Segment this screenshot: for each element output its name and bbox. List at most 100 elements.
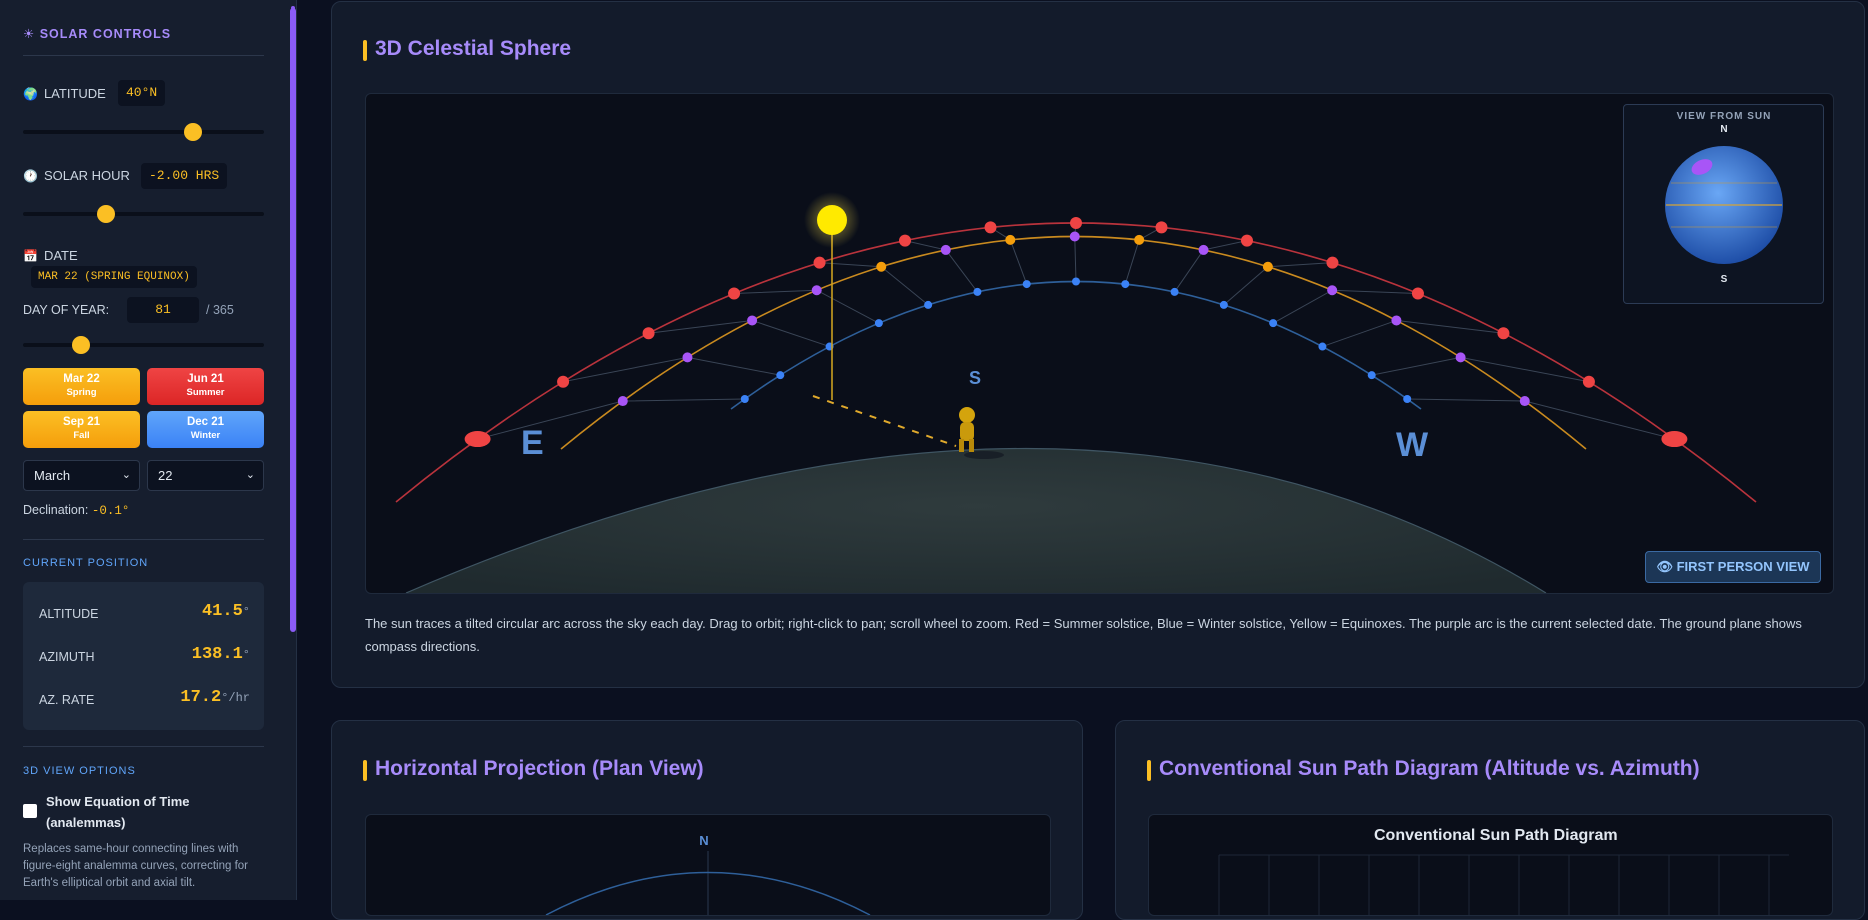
eye-icon: 👁 xyxy=(1656,559,1673,574)
equinox-hour-point xyxy=(1327,285,1338,296)
preset-fall-button[interactable]: Sep 21 Fall xyxy=(23,411,140,448)
solar-hour-label-text: SOLAR HOUR xyxy=(43,168,130,183)
preset-sub: Winter xyxy=(190,430,221,441)
plan-view-title: Horizontal Projection (Plan View) xyxy=(363,757,704,781)
summer-hour-point xyxy=(813,256,826,269)
plan-north-label: N xyxy=(699,833,708,848)
azimuth-row: AZIMUTH 138.1° xyxy=(39,645,250,669)
azimuth-value: 138.1° xyxy=(192,645,250,664)
equinox-hour-point xyxy=(1005,234,1016,245)
summer-hour-point xyxy=(1240,234,1253,247)
latitude-slider-thumb[interactable] xyxy=(183,123,202,141)
azimuth-label: AZIMUTH xyxy=(39,650,95,664)
divider xyxy=(23,539,264,540)
winter-hour-point xyxy=(973,287,982,296)
day-select[interactable]: 22 ⌄ xyxy=(147,460,264,491)
hour-line xyxy=(562,356,781,383)
solar-hour-slider-thumb[interactable] xyxy=(96,205,115,223)
globe-icon: 🌍 xyxy=(23,86,38,101)
hour-line xyxy=(1124,226,1162,285)
declination-value: -0.1° xyxy=(91,504,130,518)
hour-line xyxy=(1174,240,1248,293)
view-from-sun-globe: VIEW FROM SUN N S xyxy=(1665,111,1783,285)
preset-summer-button[interactable]: Jun 21 Summer xyxy=(147,368,264,405)
equinox-hour-point xyxy=(1198,244,1209,255)
winter-hour-point xyxy=(776,371,785,380)
equinox-hour-point xyxy=(747,315,758,326)
azimuth-number: 138.1 xyxy=(191,645,243,664)
sun xyxy=(817,205,847,235)
celestial-sphere-viewport[interactable]: E W S xyxy=(365,93,1834,594)
sphere-canvas[interactable]: E W S xyxy=(366,94,1833,593)
summer-hour-point xyxy=(899,234,912,247)
ground-plane xyxy=(406,448,1546,593)
solar-hour-value: -2.00 HRS xyxy=(141,163,228,189)
latitude-slider[interactable] xyxy=(23,123,264,141)
hour-line xyxy=(477,398,745,440)
winter-hour-point xyxy=(1072,277,1080,286)
inset-south-label: S xyxy=(1721,274,1728,285)
equinox-hour-point xyxy=(876,261,887,272)
altitude-value: 41.5° xyxy=(202,602,250,621)
latitude-label: 🌍 LATITUDE xyxy=(23,86,106,101)
sidebar-title-text: SOLAR CONTROLS xyxy=(39,27,172,41)
winter-hour-point xyxy=(740,395,749,404)
celestial-sphere-description: The sun traces a tilted circular arc acr… xyxy=(365,616,1802,654)
chevron-down-icon: ⌄ xyxy=(121,469,131,481)
celestial-sphere-title: 3D Celestial Sphere xyxy=(363,37,571,61)
chevron-down-icon: ⌄ xyxy=(245,469,255,481)
altitude-label: ALTITUDE xyxy=(39,607,99,621)
view-options-heading: 3D VIEW OPTIONS xyxy=(23,765,136,777)
summer-hour-point xyxy=(1326,256,1339,269)
hour-line xyxy=(1407,398,1675,440)
equation-of-time-checkbox[interactable] xyxy=(23,804,37,818)
day-of-year-slider[interactable] xyxy=(23,336,264,354)
equinox-hour-point xyxy=(1134,234,1145,245)
equinox-hour-point xyxy=(811,285,822,296)
day-of-year-total: / 365 xyxy=(206,303,234,317)
preset-title: Jun 21 xyxy=(187,373,224,385)
summer-hour-point xyxy=(557,375,570,388)
summer-hour-point xyxy=(1411,287,1424,300)
solar-hour-slider[interactable] xyxy=(23,205,264,223)
summer-hour-point xyxy=(1155,221,1168,234)
summer-hour-point xyxy=(1582,375,1595,388)
equinox-hour-point xyxy=(1262,261,1273,272)
calendar-icon: 📅 xyxy=(23,248,38,263)
equinox-hour-point xyxy=(1069,231,1080,242)
winter-hour-point xyxy=(1269,319,1278,328)
declination-label: Declination: xyxy=(23,503,89,517)
sidebar-scrollbar[interactable] xyxy=(290,8,296,632)
sun-path-chart[interactable]: Conventional Sun Path Diagram xyxy=(1148,814,1833,916)
day-select-value: 22 xyxy=(158,468,173,483)
equation-of-time-label[interactable]: Show Equation of Time (analemmas) xyxy=(46,791,246,833)
winter-hour-point xyxy=(874,319,883,328)
hour-lines xyxy=(477,222,1675,440)
preset-winter-button[interactable]: Dec 21 Winter xyxy=(147,411,264,448)
current-position-heading: CURRENT POSITION xyxy=(23,557,149,569)
south-label: S xyxy=(969,368,981,388)
hour-line xyxy=(1322,319,1504,348)
winter-hour-point xyxy=(1219,300,1228,309)
equinox-hour-point xyxy=(1455,352,1466,363)
equinox-arc xyxy=(560,235,1587,450)
date-value: MAR 22 (SPRING EQUINOX) xyxy=(31,266,197,288)
day-of-year-slider-thumb[interactable] xyxy=(72,336,91,354)
west-label: W xyxy=(1396,426,1429,464)
summer-hour-point xyxy=(1661,431,1688,448)
plan-view-canvas[interactable]: N xyxy=(365,814,1051,916)
az-rate-label: AZ. RATE xyxy=(39,693,95,707)
preset-spring-button[interactable]: Mar 22 Spring xyxy=(23,368,140,405)
first-person-view-button[interactable]: 👁 FIRST PERSON VIEW xyxy=(1645,551,1821,583)
month-select[interactable]: March ⌄ xyxy=(23,460,140,491)
clock-icon: 🕐 xyxy=(23,168,38,183)
day-of-year-label: DAY OF YEAR: xyxy=(23,303,110,317)
sidebar-title: ☀ SOLAR CONTROLS xyxy=(23,26,171,41)
altitude-number: 41.5 xyxy=(201,602,243,621)
preset-title: Dec 21 xyxy=(186,416,225,428)
preset-title: Mar 22 xyxy=(63,373,100,385)
day-of-year-input[interactable]: 81 xyxy=(127,297,199,323)
winter-hour-point xyxy=(1318,342,1327,351)
altitude-row: ALTITUDE 41.5° xyxy=(39,602,250,626)
az-rate-row: AZ. RATE 17.2°/hr xyxy=(39,688,250,712)
